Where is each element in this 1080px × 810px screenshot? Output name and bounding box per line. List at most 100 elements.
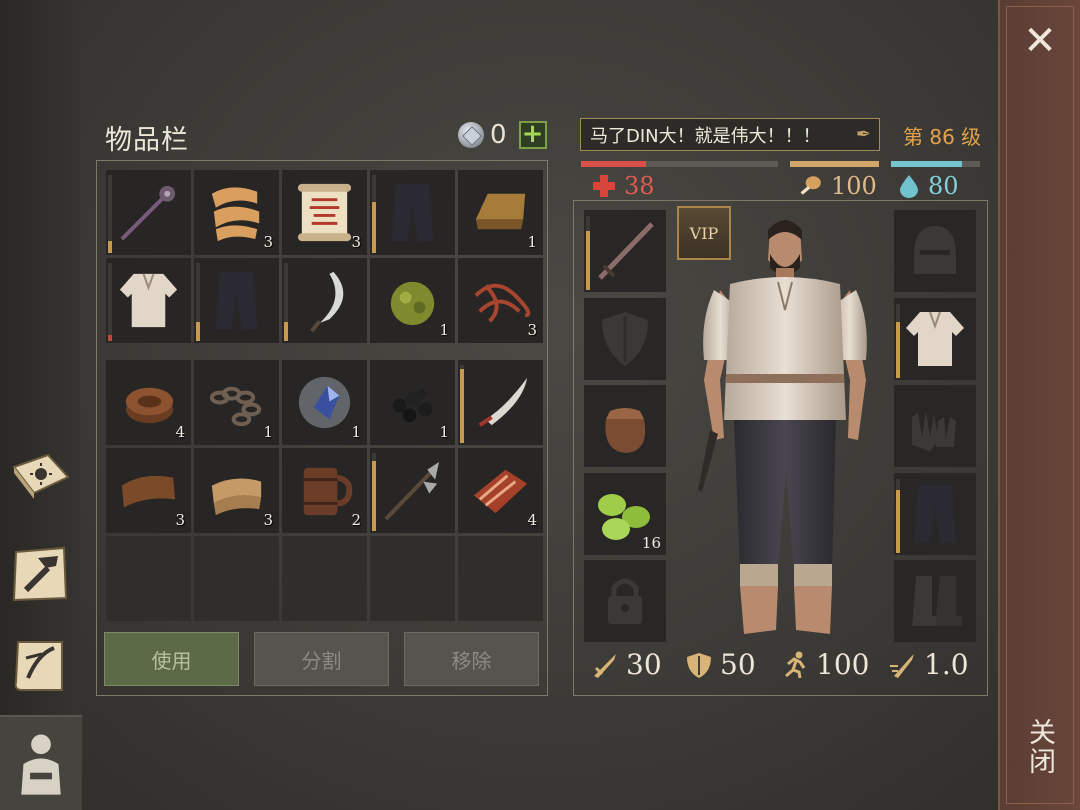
item-quantity: 1 [263, 423, 273, 441]
inventory-actions: 使用 分割 移除 [104, 632, 539, 686]
drumstick-icon [800, 176, 821, 195]
inventory-slot[interactable]: 3 [194, 448, 279, 533]
equipment-slot-right[interactable] [894, 472, 976, 555]
equipment-slot-left[interactable] [584, 560, 666, 642]
herb-ball-icon [390, 281, 435, 326]
inventory-slot[interactable] [282, 258, 367, 343]
inventory-slot[interactable] [370, 170, 455, 255]
remove-button[interactable]: 移除 [404, 632, 539, 686]
sword-stat-icon [594, 653, 616, 678]
empty-inventory-slot[interactable] [282, 536, 367, 621]
scimitar-icon [478, 377, 528, 427]
running-man-icon [785, 651, 806, 678]
equipment-slot-left[interactable] [584, 385, 666, 467]
boots-icon [912, 576, 962, 626]
equipment-slot-left[interactable] [584, 297, 666, 380]
inventory-slot[interactable]: 3 [106, 448, 191, 533]
empty-inventory-slot[interactable] [106, 536, 191, 621]
equipment-slot-right[interactable] [894, 385, 976, 467]
split-button[interactable]: 分割 [254, 632, 389, 686]
durability-bar [108, 175, 112, 253]
equipment-slot-left[interactable]: 16 [584, 472, 666, 555]
equipment-slot-left[interactable] [584, 210, 666, 292]
attack-stat: 30 [590, 648, 662, 681]
hunger-stat: 100 [797, 172, 877, 200]
inventory-slot[interactable] [106, 170, 191, 255]
equipment-slot-right[interactable] [894, 297, 976, 380]
equipment-slot-right[interactable] [894, 560, 976, 642]
close-label[interactable]: 关闭 [1023, 718, 1059, 776]
inventory-title: 物品栏 [105, 125, 189, 156]
inventory-slot[interactable] [458, 360, 543, 445]
item-quantity: 3 [263, 233, 273, 251]
water-value: 80 [928, 172, 959, 200]
defense-stat: 50 [684, 648, 756, 681]
journal-button[interactable] [6, 445, 74, 513]
leather-scrap-icon [121, 475, 176, 508]
item-quantity: 1 [351, 423, 361, 441]
inventory-slot[interactable]: 3 [282, 170, 367, 255]
item-quantity: 16 [641, 533, 661, 552]
inventory-grid-bottom: 4 1 1 1 3 3 2 4 [106, 360, 543, 621]
inventory-slot[interactable] [194, 258, 279, 343]
trousers-icon [391, 183, 434, 242]
empty-inventory-slot[interactable] [194, 536, 279, 621]
equipment-slot-right[interactable] [894, 210, 976, 292]
inventory-slot[interactable]: 1 [194, 360, 279, 445]
character-name: 马了DIN大！就是伟大！！！ [590, 125, 821, 147]
inventory-slot[interactable]: 3 [194, 170, 279, 255]
item-quantity: 2 [351, 511, 361, 529]
durability-bar [460, 365, 464, 443]
ingot-icon [475, 193, 526, 230]
inventory-slot[interactable] [370, 448, 455, 533]
cloth-roll-icon [211, 187, 260, 242]
side-nav [0, 0, 82, 810]
empty-inventory-slot[interactable] [458, 536, 543, 621]
character-button[interactable] [0, 715, 82, 810]
trousers-icon [215, 271, 258, 330]
durability-bar [108, 263, 112, 341]
health-bar [581, 161, 778, 167]
sword-icon [598, 222, 654, 280]
inventory-slot[interactable]: 1 [370, 258, 455, 343]
inventory-slot[interactable]: 2 [282, 448, 367, 533]
attack-speed-stat: 1.0 [888, 648, 969, 681]
inventory-grid-top: 3 3 1 1 3 [106, 170, 543, 343]
inventory-slot[interactable]: 1 [458, 170, 543, 255]
mace-icon [120, 185, 176, 241]
use-button[interactable]: 使用 [104, 632, 239, 686]
health-value: 38 [624, 172, 655, 200]
gem-count: 0 [490, 120, 507, 150]
inventory-slot[interactable]: 4 [458, 448, 543, 533]
craft-button[interactable] [6, 540, 74, 608]
close-panel[interactable] [998, 0, 1080, 810]
scroll-icon [297, 183, 352, 242]
trousers-icon [914, 484, 956, 543]
gem-icon [458, 122, 484, 148]
crystal-icon [298, 376, 351, 429]
hunger-bar [790, 161, 879, 167]
empty-inventory-slot[interactable] [370, 536, 455, 621]
water-drop-icon [900, 175, 918, 198]
chain-icon [209, 386, 262, 427]
inventory-slot[interactable]: 3 [458, 258, 543, 343]
hunger-value: 100 [831, 172, 877, 200]
shirt-icon [119, 273, 178, 328]
item-quantity: 3 [351, 233, 361, 251]
add-gems-button[interactable]: + [518, 121, 547, 149]
inventory-slot[interactable]: 1 [282, 360, 367, 445]
gem-counter: 0 + [458, 120, 547, 150]
meat-icon [473, 469, 528, 514]
durability-bar [284, 263, 288, 341]
inventory-slot[interactable] [106, 258, 191, 343]
close-icon[interactable]: ✕ [1022, 21, 1058, 61]
coal-icon [392, 388, 433, 423]
inventory-slot[interactable]: 4 [106, 360, 191, 445]
item-quantity: 3 [527, 321, 537, 339]
health-stat: 38 [592, 172, 655, 200]
inventory-slot[interactable]: 1 [370, 360, 455, 445]
character-name-box[interactable]: 马了DIN大！就是伟大！！！ ✒ [580, 118, 880, 151]
quest-button[interactable] [6, 632, 74, 700]
quill-edit-icon[interactable]: ✒ [856, 124, 871, 145]
health-cross-icon [593, 175, 615, 197]
